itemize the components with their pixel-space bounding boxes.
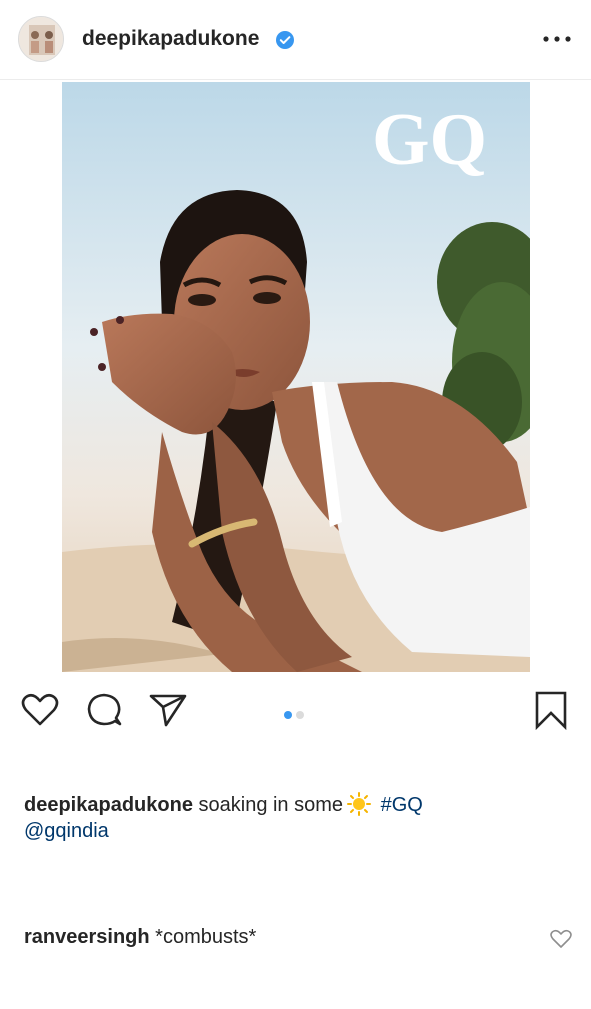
comment-text: *combusts*	[155, 926, 257, 948]
profile-avatar[interactable]	[18, 16, 64, 62]
caption-mention[interactable]: @gqindia	[24, 820, 109, 842]
heart-icon[interactable]	[20, 690, 60, 735]
post-caption: deepikapadukone soaking in some #GQ @gqi…	[24, 792, 564, 844]
carousel-indicator	[284, 706, 308, 724]
post-header: deepikapadukone	[0, 0, 591, 80]
bookmark-icon[interactable]	[532, 690, 570, 735]
comment-row: ranveersingh *combusts*	[24, 926, 256, 949]
caption-text: soaking in some	[198, 794, 344, 816]
post-photo[interactable]: GQ	[62, 82, 530, 672]
sun-emoji-icon	[347, 792, 372, 816]
comment-heart-outline-icon[interactable]	[550, 929, 572, 954]
gq-logo: GQ	[372, 99, 487, 181]
paper-plane-icon[interactable]	[148, 690, 188, 735]
caption-hashtag[interactable]: #GQ	[381, 794, 423, 816]
caption-username[interactable]: deepikapadukone	[24, 794, 193, 816]
verified-badge-icon	[275, 30, 295, 50]
carousel-dot	[296, 711, 304, 719]
carousel-dot-active	[284, 711, 292, 719]
post-username[interactable]: deepikapadukone	[82, 27, 259, 51]
comment-username[interactable]: ranveersingh	[24, 926, 150, 948]
comment-icon[interactable]	[84, 690, 124, 735]
more-options-icon[interactable]	[540, 24, 574, 54]
